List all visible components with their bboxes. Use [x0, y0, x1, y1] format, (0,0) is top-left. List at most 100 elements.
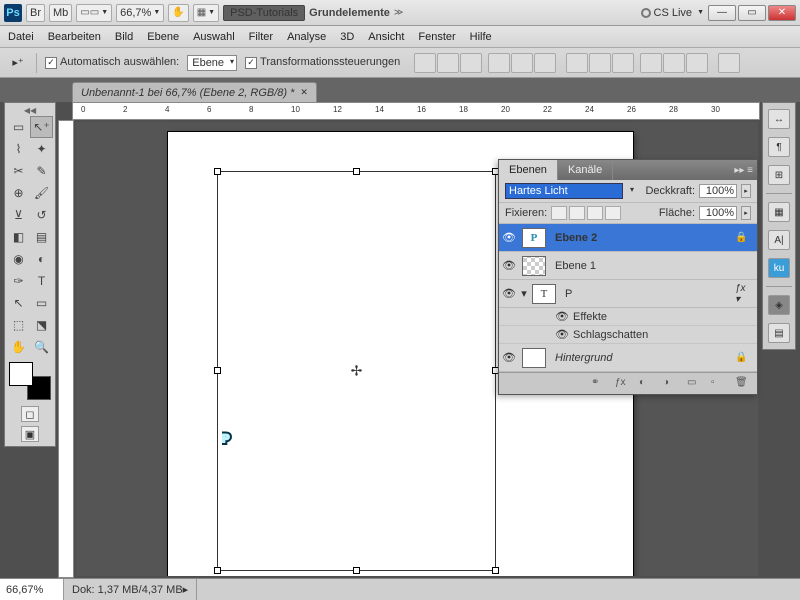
hand-tool-button[interactable]: ✋ [168, 4, 188, 22]
hand-tool[interactable]: ✋ [7, 336, 30, 358]
layers-tab[interactable]: Ebenen [499, 160, 558, 180]
menu-auswahl[interactable]: Auswahl [193, 31, 235, 43]
menu-ansicht[interactable]: Ansicht [368, 31, 404, 43]
minimize-button[interactable]: — [708, 5, 736, 21]
transform-bounds[interactable]: ✢ [217, 171, 496, 571]
close-button[interactable]: ✕ [768, 5, 796, 21]
layer-row[interactable]: 👁 ▾ T P ƒx ▾ [499, 280, 757, 308]
menu-bild[interactable]: Bild [115, 31, 133, 43]
panel-icon[interactable]: ⊞ [768, 165, 790, 185]
auto-select-checkbox[interactable]: Automatisch auswählen: [45, 56, 179, 69]
stamp-tool[interactable]: ⊻ [7, 204, 30, 226]
doc-info[interactable]: Dok: 1,37 MB/4,37 MB ▸ [64, 579, 197, 600]
menu-fenster[interactable]: Fenster [418, 31, 455, 43]
visibility-icon[interactable]: 👁 [499, 351, 519, 364]
layer-row[interactable]: 👁 Ebene 1 [499, 252, 757, 280]
healing-tool[interactable]: ⊕ [7, 182, 30, 204]
trash-icon[interactable]: 🗑 [735, 377, 751, 391]
lock-icon[interactable] [605, 206, 621, 220]
auto-align-btn[interactable] [718, 53, 740, 73]
distribute-btn[interactable] [566, 53, 588, 73]
menu-hilfe[interactable]: Hilfe [470, 31, 492, 43]
quickmask-button[interactable]: ◻ [21, 406, 39, 422]
dodge-tool[interactable]: ◐ [30, 248, 53, 270]
zoom-level[interactable]: 66,7%▼ [116, 4, 164, 22]
align-btn[interactable] [511, 53, 533, 73]
menu-filter[interactable]: Filter [249, 31, 273, 43]
visibility-icon[interactable]: 👁 [499, 259, 519, 272]
eyedropper-tool[interactable]: ✎ [30, 160, 53, 182]
distribute-btn[interactable] [686, 53, 708, 73]
distribute-btn[interactable] [612, 53, 634, 73]
fx-header[interactable]: 👁Effekte [499, 308, 757, 326]
menu-datei[interactable]: Datei [8, 31, 34, 43]
panel-icon[interactable]: ↔ [768, 109, 790, 129]
zoom-tool[interactable]: 🔍 [30, 336, 53, 358]
crop-tool[interactable]: ✂ [7, 160, 30, 182]
marquee-tool[interactable]: ▭ [7, 116, 30, 138]
group-icon[interactable]: ▭ [687, 377, 703, 391]
panel-menu-icon[interactable]: ▸▸ ≡ [730, 165, 757, 176]
shape-tool[interactable]: ▭ [30, 292, 53, 314]
align-btn[interactable] [460, 53, 482, 73]
opacity-value[interactable]: 100% [699, 184, 737, 198]
close-tab-icon[interactable]: ✕ [300, 87, 308, 98]
layers-panel-icon[interactable]: ◈ [768, 295, 790, 315]
layers-panel-header[interactable]: Ebenen Kanäle ▸▸ ≡ [499, 160, 757, 180]
align-btn[interactable] [534, 53, 556, 73]
document-tab[interactable]: Unbenannt-1 bei 66,7% (Ebene 2, RGB/8) *… [72, 82, 317, 102]
gradient-tool[interactable]: ▤ [30, 226, 53, 248]
distribute-btn[interactable] [663, 53, 685, 73]
path-tool[interactable]: ↖ [7, 292, 30, 314]
3d-camera-tool[interactable]: ⬔ [30, 314, 53, 336]
panel-icon[interactable]: A| [768, 230, 790, 250]
layer-row[interactable]: 👁 Hintergrund 🔒 [499, 344, 757, 372]
new-layer-icon[interactable]: ▫ [711, 377, 727, 391]
lock-position[interactable] [569, 206, 585, 220]
auto-select-dropdown[interactable]: Ebene [187, 55, 237, 71]
lock-pixels[interactable] [551, 206, 567, 220]
lasso-tool[interactable]: ⌇ [7, 138, 30, 160]
blur-tool[interactable]: ◉ [7, 248, 30, 270]
brush-tool[interactable]: 🖌 [30, 182, 53, 204]
mask-icon[interactable]: ◐ [639, 377, 655, 391]
adjustment-icon[interactable]: ◑ [663, 377, 679, 391]
panel-icon[interactable]: ▤ [768, 323, 790, 343]
menu-ebene[interactable]: Ebene [147, 31, 179, 43]
fx-button-icon[interactable]: ƒx [615, 377, 631, 391]
distribute-btn[interactable] [640, 53, 662, 73]
menu-analyse[interactable]: Analyse [287, 31, 326, 43]
fill-flyout[interactable]: ▸ [741, 206, 751, 220]
fx-item[interactable]: 👁Schlagschatten [499, 326, 757, 344]
color-swatches[interactable] [9, 362, 51, 400]
magic-wand-tool[interactable]: ✦ [30, 138, 53, 160]
panel-icon[interactable]: ¶ [768, 137, 790, 157]
visibility-icon[interactable]: 👁 [499, 231, 519, 244]
menu-bearbeiten[interactable]: Bearbeiten [48, 31, 101, 43]
fx-icon[interactable]: ƒx ▾ [735, 283, 751, 305]
blend-mode-dropdown[interactable]: Hartes Licht [505, 183, 623, 199]
link-layers-icon[interactable]: ⚭ [591, 377, 607, 391]
menu-3d[interactable]: 3D [340, 31, 354, 43]
bridge-button[interactable]: Br [26, 4, 45, 22]
fill-value[interactable]: 100% [699, 206, 737, 220]
zoom-status[interactable]: 66,67% [0, 579, 64, 600]
align-btn[interactable] [414, 53, 436, 73]
screen-mode-button[interactable]: ▭▭▼ [76, 4, 112, 22]
doc-selector-1[interactable]: PSD-Tutorials [223, 5, 305, 21]
maximize-button[interactable]: ▭ [738, 5, 766, 21]
layer-row[interactable]: 👁 P Ebene 2 🔒 [499, 224, 757, 252]
move-tool[interactable]: ↖⁺ [30, 116, 53, 138]
opacity-flyout[interactable]: ▸ [741, 184, 751, 198]
eraser-tool[interactable]: ◧ [7, 226, 30, 248]
3d-tool[interactable]: ⬚ [7, 314, 30, 336]
history-brush-tool[interactable]: ↺ [30, 204, 53, 226]
align-btn[interactable] [437, 53, 459, 73]
channels-tab[interactable]: Kanäle [558, 160, 613, 180]
pen-tool[interactable]: ✑ [7, 270, 30, 292]
chevron-icon[interactable]: ≫ [394, 7, 403, 18]
visibility-icon[interactable]: 👁 [499, 287, 519, 300]
panel-icon[interactable]: ▦ [768, 202, 790, 222]
distribute-btn[interactable] [589, 53, 611, 73]
align-btn[interactable] [488, 53, 510, 73]
